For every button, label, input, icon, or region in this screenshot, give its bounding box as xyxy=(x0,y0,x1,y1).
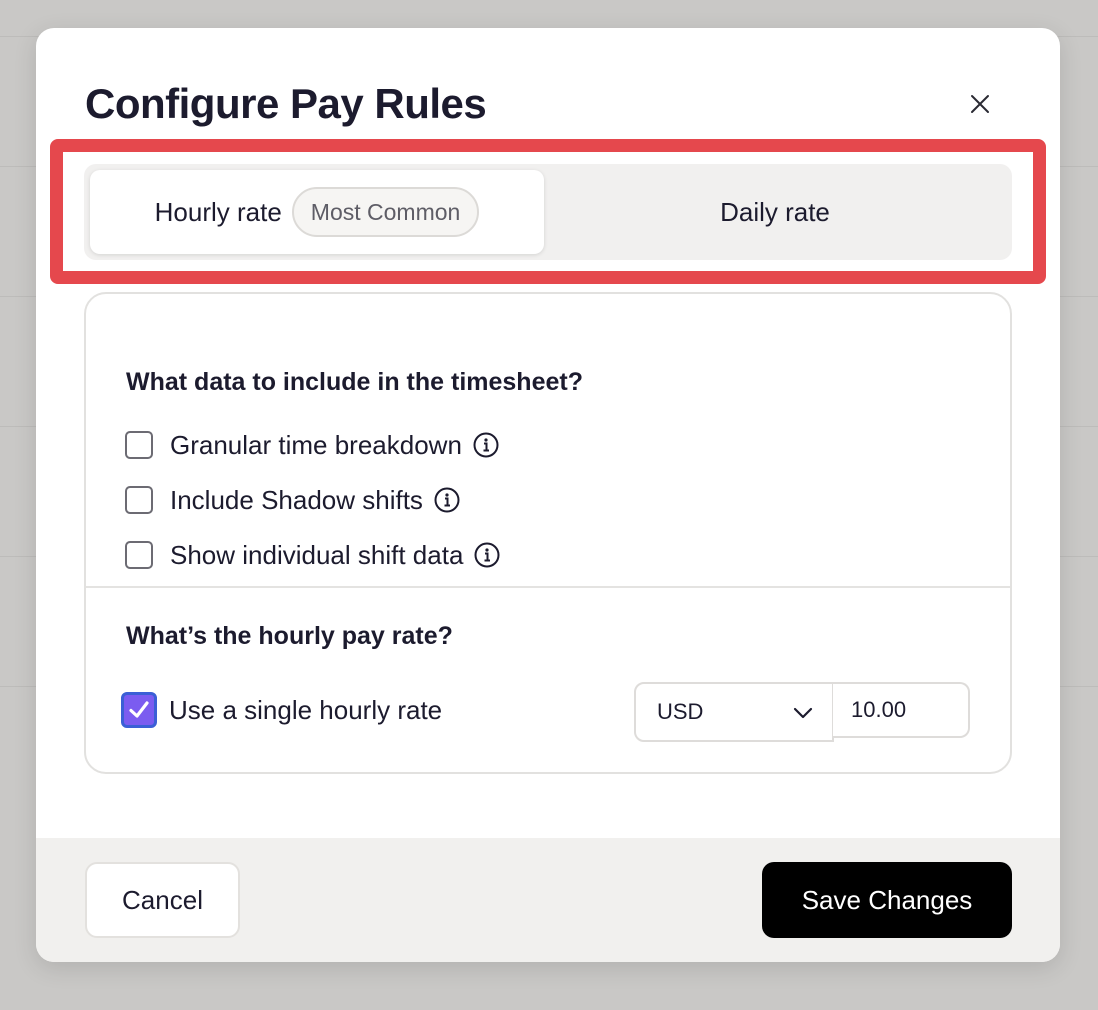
granular-time-label: Granular time breakdown xyxy=(170,429,462,460)
option-individual-shift: Show individual shift data xyxy=(125,540,500,570)
individual-shift-label: Show individual shift data xyxy=(170,539,464,570)
single-rate-checkbox[interactable] xyxy=(121,692,157,728)
highlight-frame xyxy=(50,139,1046,284)
chevron-down-icon xyxy=(793,707,813,719)
cancel-button[interactable]: Cancel xyxy=(85,862,240,938)
currency-value: USD xyxy=(657,699,704,724)
modal-footer: Cancel Save Changes xyxy=(36,838,1060,962)
close-icon xyxy=(971,95,989,113)
settings-card: What data to include in the timesheet? G… xyxy=(84,292,1012,774)
info-icon[interactable] xyxy=(474,542,500,568)
section-divider xyxy=(86,586,1010,588)
check-icon xyxy=(129,701,149,718)
timesheet-section-title: What data to include in the timesheet? xyxy=(126,368,583,396)
option-single-rate: Use a single hourly rate xyxy=(121,692,443,728)
granular-time-checkbox[interactable] xyxy=(125,431,153,459)
save-changes-button[interactable]: Save Changes xyxy=(762,862,1012,938)
currency-select[interactable]: USD xyxy=(634,682,834,742)
rate-amount-input[interactable] xyxy=(833,682,970,738)
configure-pay-rules-modal: Configure Pay Rules Hourly rate Most Com… xyxy=(36,28,1060,962)
modal-title: Configure Pay Rules xyxy=(85,80,487,127)
close-button[interactable] xyxy=(964,88,996,120)
option-shadow-shifts: Include Shadow shifts xyxy=(125,485,460,515)
individual-shift-checkbox[interactable] xyxy=(125,541,153,569)
pay-rate-section-title: What’s the hourly pay rate? xyxy=(126,622,453,650)
info-icon[interactable] xyxy=(434,487,460,513)
shadow-shifts-checkbox[interactable] xyxy=(125,486,153,514)
info-icon[interactable] xyxy=(473,432,499,458)
option-granular-time: Granular time breakdown xyxy=(125,430,499,460)
shadow-shifts-label: Include Shadow shifts xyxy=(170,484,423,515)
single-rate-label: Use a single hourly rate xyxy=(169,694,443,725)
